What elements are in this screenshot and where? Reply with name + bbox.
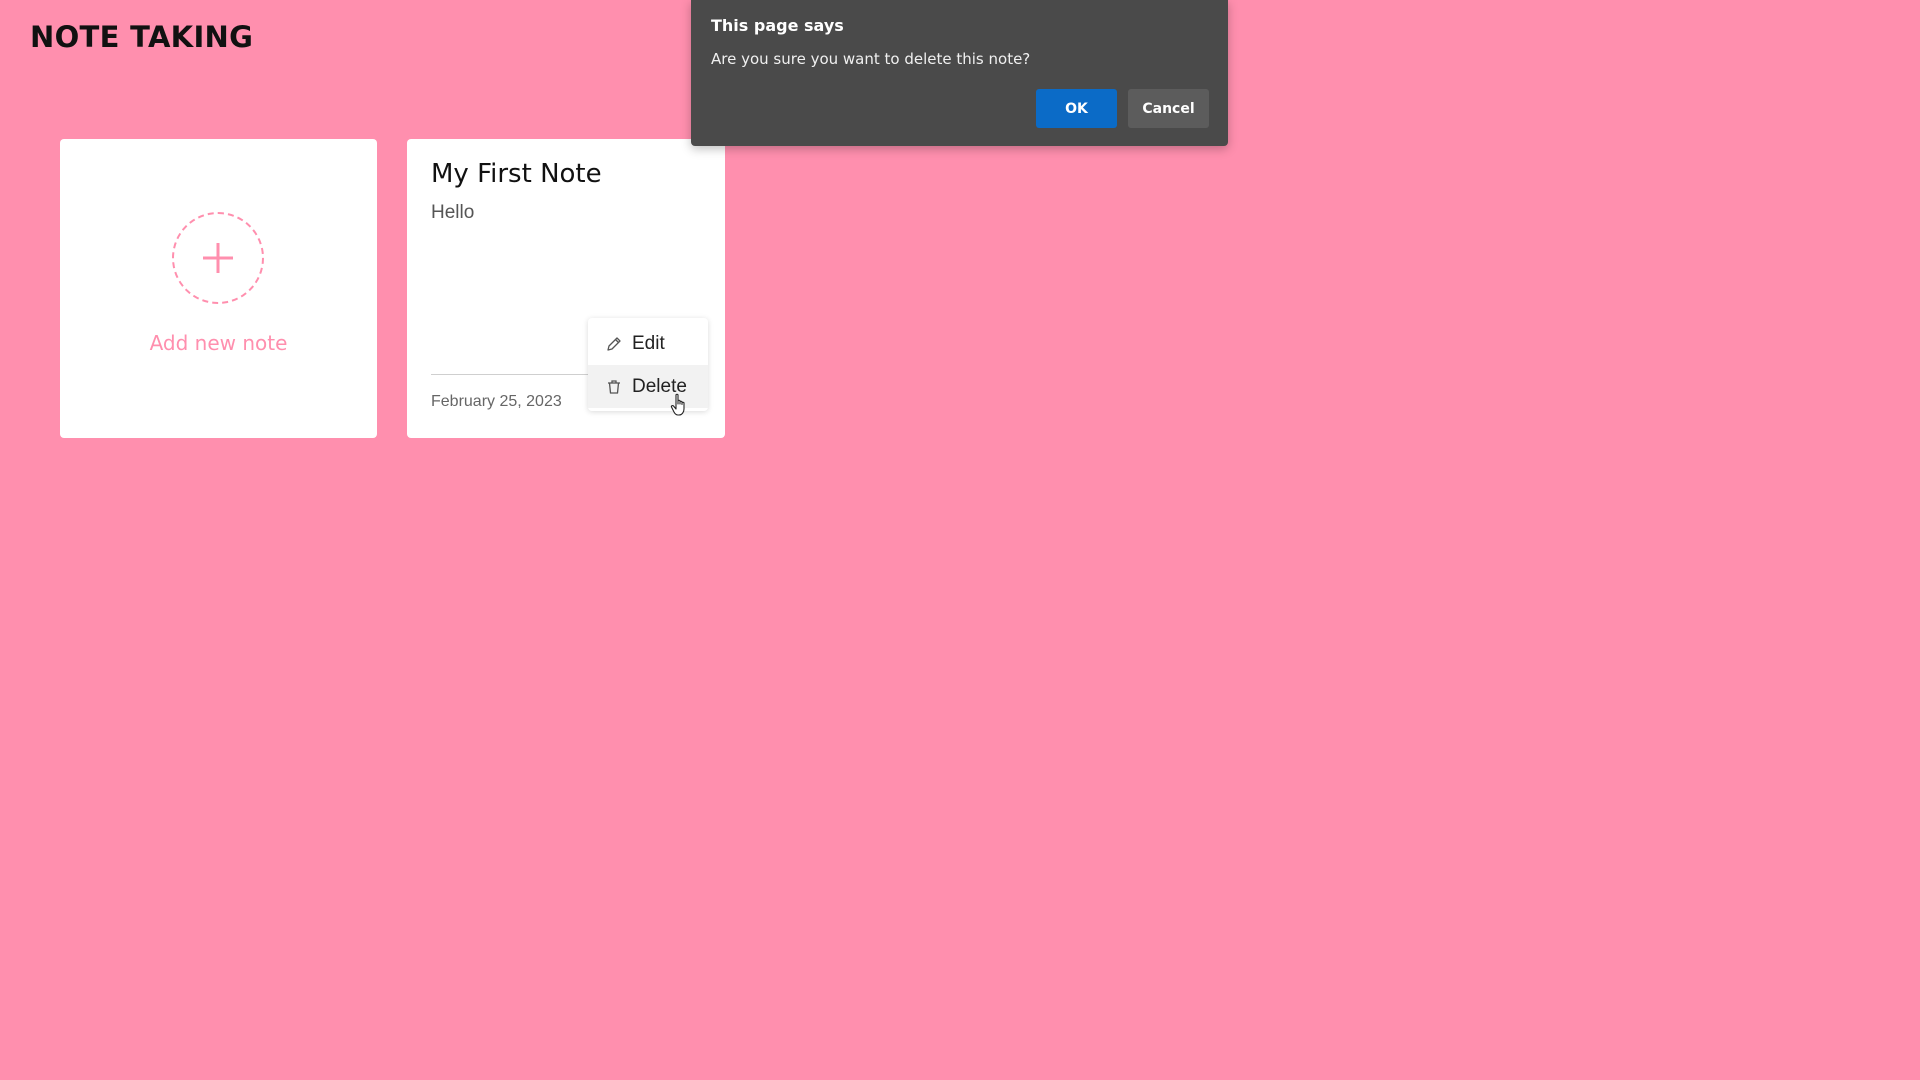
edit-menu-item[interactable]: Edit	[588, 322, 708, 365]
dialog-message: Are you sure you want to delete this not…	[711, 50, 1031, 68]
note-body: Hello	[431, 202, 475, 223]
delete-menu-item[interactable]: Delete	[588, 365, 708, 408]
add-note-circle[interactable]	[172, 212, 264, 304]
add-note-card[interactable]: Add new note	[60, 139, 377, 438]
confirm-dialog: This page says Are you sure you want to …	[691, 0, 1228, 146]
trash-icon	[608, 379, 620, 394]
edit-menu-label: Edit	[632, 332, 665, 354]
ok-button[interactable]: OK	[1036, 89, 1117, 128]
note-title: My First Note	[431, 159, 602, 189]
note-options-menu: Edit Delete	[588, 318, 708, 411]
note-date: February 25, 2023	[431, 393, 562, 410]
plus-icon	[203, 243, 233, 273]
pencil-icon	[607, 336, 621, 351]
add-note-label: Add new note	[149, 331, 288, 355]
cancel-button[interactable]: Cancel	[1128, 89, 1209, 128]
app-title: NOTE TAKING	[30, 20, 254, 54]
hand-cursor-icon	[670, 393, 685, 416]
dialog-title: This page says	[711, 16, 844, 35]
